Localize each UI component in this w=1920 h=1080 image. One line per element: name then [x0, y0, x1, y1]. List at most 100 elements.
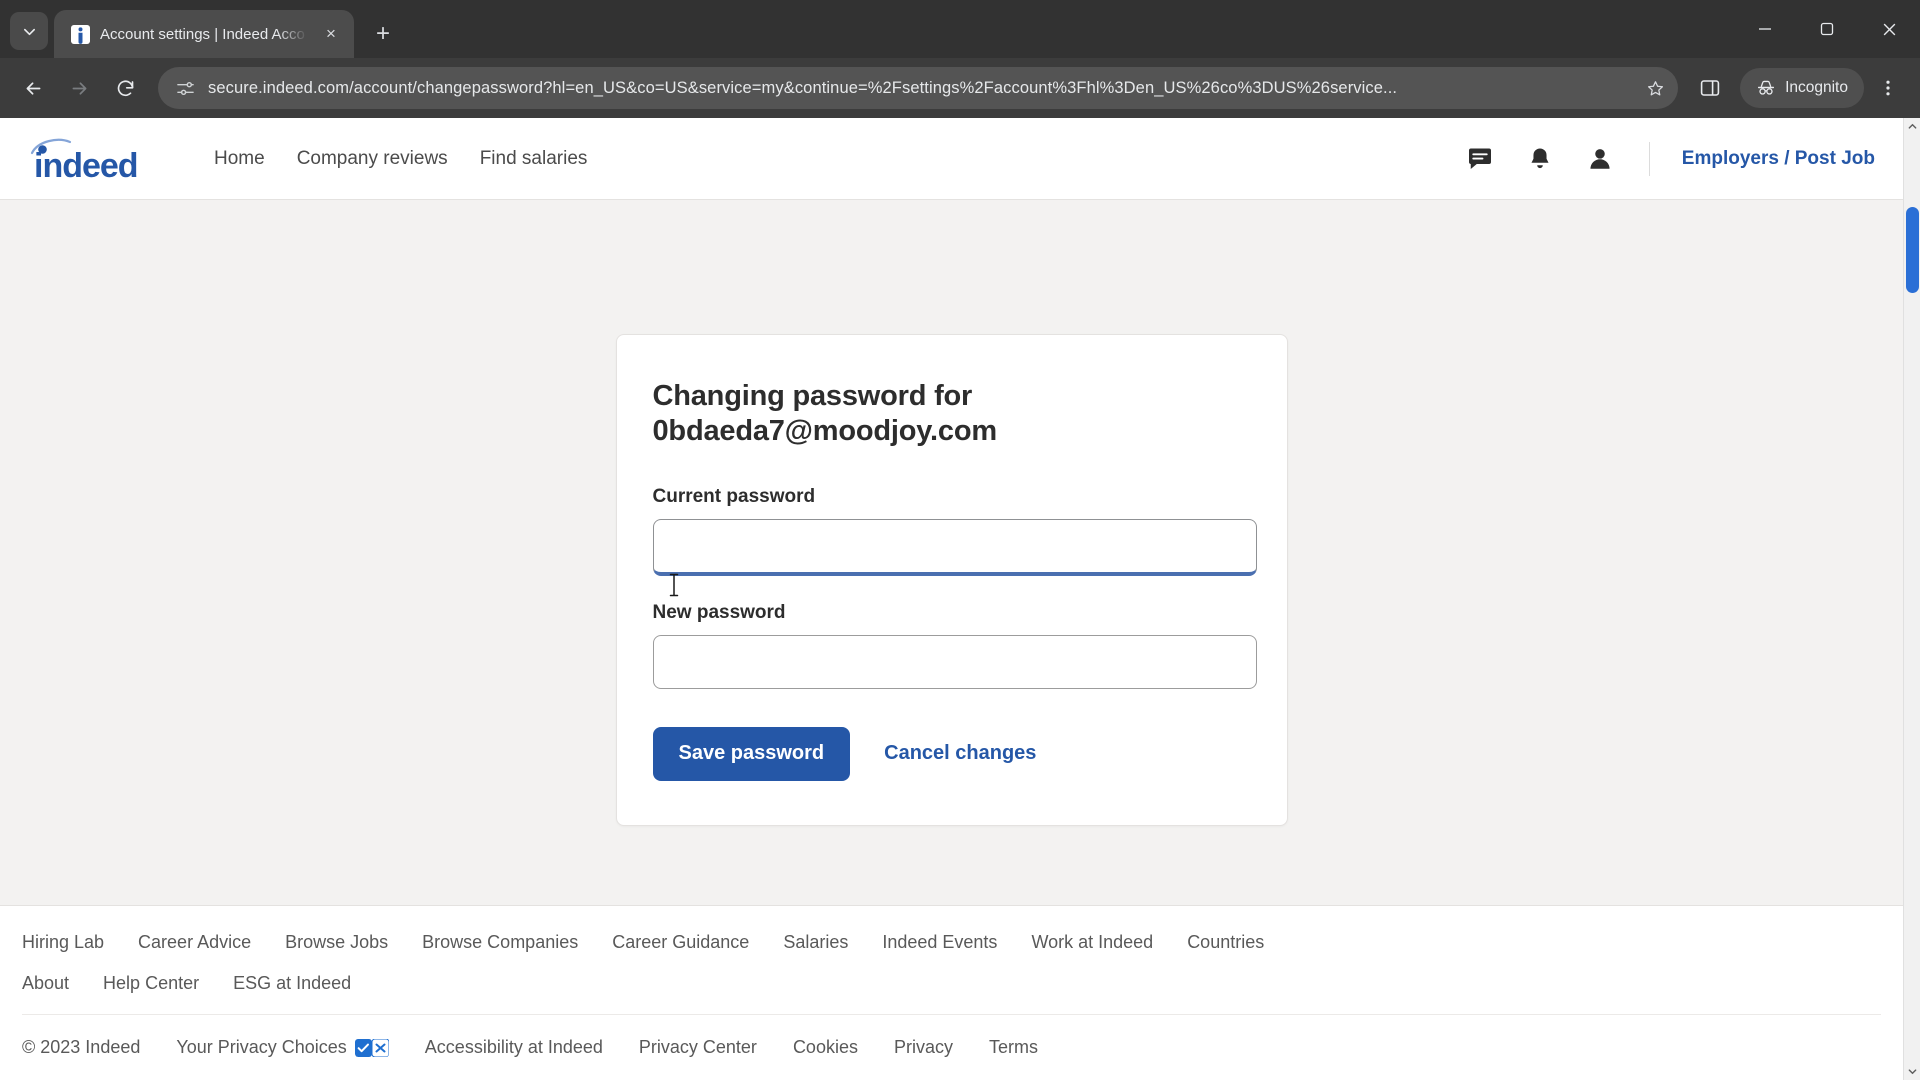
footer-link-privacy-center[interactable]: Privacy Center	[639, 1037, 757, 1058]
footer-link-accessibility[interactable]: Accessibility at Indeed	[425, 1037, 603, 1058]
chevron-down-icon	[23, 28, 35, 35]
close-window-button[interactable]	[1858, 0, 1920, 58]
nav-link-find-salaries[interactable]: Find salaries	[480, 148, 588, 170]
star-icon	[1647, 80, 1663, 95]
tune-icon	[176, 81, 194, 95]
footer-bottom-row: © 2023 Indeed Your Privacy Choices Acces…	[22, 1014, 1881, 1080]
kebab-menu-icon	[1886, 80, 1890, 96]
side-panel-icon	[1700, 80, 1720, 96]
indeed-favicon-glyph	[70, 24, 90, 44]
site-footer: Hiring Lab Career Advice Browse Jobs Bro…	[0, 905, 1903, 1080]
cancel-changes-button[interactable]: Cancel changes	[866, 742, 1054, 765]
forward-arrow-icon	[72, 81, 86, 95]
tab-close-icon[interactable]: ×	[318, 21, 344, 47]
back-button[interactable]	[12, 67, 54, 109]
footer-link-browse-jobs[interactable]: Browse Jobs	[285, 932, 388, 953]
window-controls	[1734, 0, 1920, 58]
url-text: secure.indeed.com/account/changepassword…	[208, 78, 1398, 97]
page-scrollbar[interactable]	[1903, 118, 1920, 1080]
footer-link-work-at-indeed[interactable]: Work at Indeed	[1031, 932, 1153, 953]
employers-post-job-link[interactable]: Employers / Post Job	[1682, 148, 1875, 170]
your-privacy-choices-link[interactable]: Your Privacy Choices	[176, 1037, 389, 1058]
side-panel-button[interactable]	[1690, 68, 1730, 108]
main-content: Changing password for 0bdaeda7@moodjoy.c…	[0, 200, 1903, 905]
indeed-page: indeed Home Company reviews Find salarie…	[0, 118, 1903, 1080]
close-icon	[1883, 23, 1895, 35]
footer-link-help-center[interactable]: Help Center	[103, 973, 199, 994]
new-password-input[interactable]	[652, 634, 1257, 689]
browser-menu-button[interactable]	[1868, 68, 1908, 108]
scroll-up-arrow-icon[interactable]	[1904, 118, 1920, 135]
page-title: Changing password for 0bdaeda7@moodjoy.c…	[653, 379, 1033, 450]
address-bar[interactable]: secure.indeed.com/account/changepassword…	[158, 67, 1679, 109]
site-header: indeed Home Company reviews Find salarie…	[0, 118, 1903, 200]
incognito-indicator[interactable]: Incognito	[1740, 68, 1864, 108]
footer-link-career-guidance[interactable]: Career Guidance	[612, 932, 749, 953]
tab-search-button[interactable]	[10, 12, 48, 50]
caret-up-icon	[1908, 123, 1916, 129]
footer-link-indeed-events[interactable]: Indeed Events	[882, 932, 997, 953]
reload-icon	[117, 79, 133, 96]
indeed-logo[interactable]: indeed	[28, 136, 178, 185]
footer-link-career-advice[interactable]: Career Advice	[138, 932, 251, 953]
scroll-down-arrow-icon[interactable]	[1904, 1063, 1920, 1080]
bookmark-star-icon[interactable]	[1640, 79, 1670, 98]
incognito-label: Incognito	[1785, 79, 1848, 96]
tab-title: Account settings | Indeed Acco	[100, 25, 305, 43]
minimize-button[interactable]	[1734, 0, 1796, 58]
back-arrow-icon	[26, 81, 40, 95]
footer-link-about[interactable]: About	[22, 973, 69, 994]
account-icon[interactable]	[1583, 142, 1617, 176]
svg-text:indeed: indeed	[34, 147, 138, 182]
header-divider	[1648, 141, 1650, 176]
maximize-button[interactable]	[1796, 0, 1858, 58]
minimize-icon	[1759, 28, 1771, 30]
scrollbar-thumb[interactable]	[1905, 207, 1919, 293]
new-tab-button[interactable]: +	[366, 17, 400, 51]
indeed-wordmark-icon: indeed	[30, 138, 139, 185]
privacyoptions-icon	[354, 1038, 389, 1057]
footer-link-cookies[interactable]: Cookies	[793, 1037, 858, 1058]
browser-window: Account settings | Indeed Acco × + secur…	[0, 0, 1920, 1080]
person-icon	[1590, 148, 1610, 169]
indeed-logo-mark: indeed	[28, 136, 178, 185]
scrollbar-track[interactable]	[1904, 135, 1920, 1063]
indeed-favicon	[70, 24, 90, 44]
tab-strip: Account settings | Indeed Acco × +	[0, 0, 1920, 58]
footer-link-privacy[interactable]: Privacy	[894, 1037, 953, 1058]
footer-links-row-2: About Help Center ESG at Indeed	[22, 973, 1881, 994]
messages-icon[interactable]	[1463, 142, 1497, 176]
header-nav: Home Company reviews Find salaries	[214, 148, 587, 170]
save-password-button[interactable]: Save password	[652, 726, 851, 781]
footer-link-esg-at-indeed[interactable]: ESG at Indeed	[233, 973, 351, 994]
current-password-input[interactable]	[652, 518, 1257, 576]
bell-icon	[1531, 148, 1549, 168]
page-title-line1: Changing password for	[652, 380, 973, 412]
footer-links-row-1: Hiring Lab Career Advice Browse Jobs Bro…	[22, 932, 1881, 953]
nav-link-company-reviews[interactable]: Company reviews	[297, 148, 448, 170]
notifications-icon[interactable]	[1523, 142, 1557, 176]
change-password-card: Changing password for 0bdaeda7@moodjoy.c…	[615, 334, 1288, 826]
reload-button[interactable]	[104, 67, 146, 109]
new-password-field: New password	[652, 602, 1257, 689]
footer-link-hiring-lab[interactable]: Hiring Lab	[22, 932, 104, 953]
nav-link-home[interactable]: Home	[214, 148, 265, 170]
header-actions: Employers / Post Job	[1463, 141, 1875, 176]
card-actions: Save password Cancel changes	[652, 726, 1251, 781]
footer-link-browse-companies[interactable]: Browse Companies	[422, 932, 578, 953]
current-password-field: Current password	[652, 486, 1257, 576]
privacy-choices-label: Your Privacy Choices	[176, 1037, 347, 1057]
footer-link-terms[interactable]: Terms	[989, 1037, 1038, 1058]
incognito-icon	[1758, 80, 1775, 95]
privacy-options-badge-icon	[354, 1038, 389, 1057]
footer-link-countries[interactable]: Countries	[1187, 932, 1264, 953]
maximize-icon	[1820, 22, 1834, 36]
copyright-text: © 2023 Indeed	[22, 1037, 141, 1057]
site-settings-icon[interactable]	[174, 77, 196, 99]
forward-button[interactable]	[58, 67, 100, 109]
message-bubble-icon	[1468, 148, 1491, 169]
browser-tab[interactable]: Account settings | Indeed Acco ×	[54, 10, 354, 58]
page-viewport: indeed Home Company reviews Find salarie…	[0, 118, 1920, 1080]
caret-down-icon	[1908, 1069, 1916, 1075]
footer-link-salaries[interactable]: Salaries	[783, 932, 848, 953]
